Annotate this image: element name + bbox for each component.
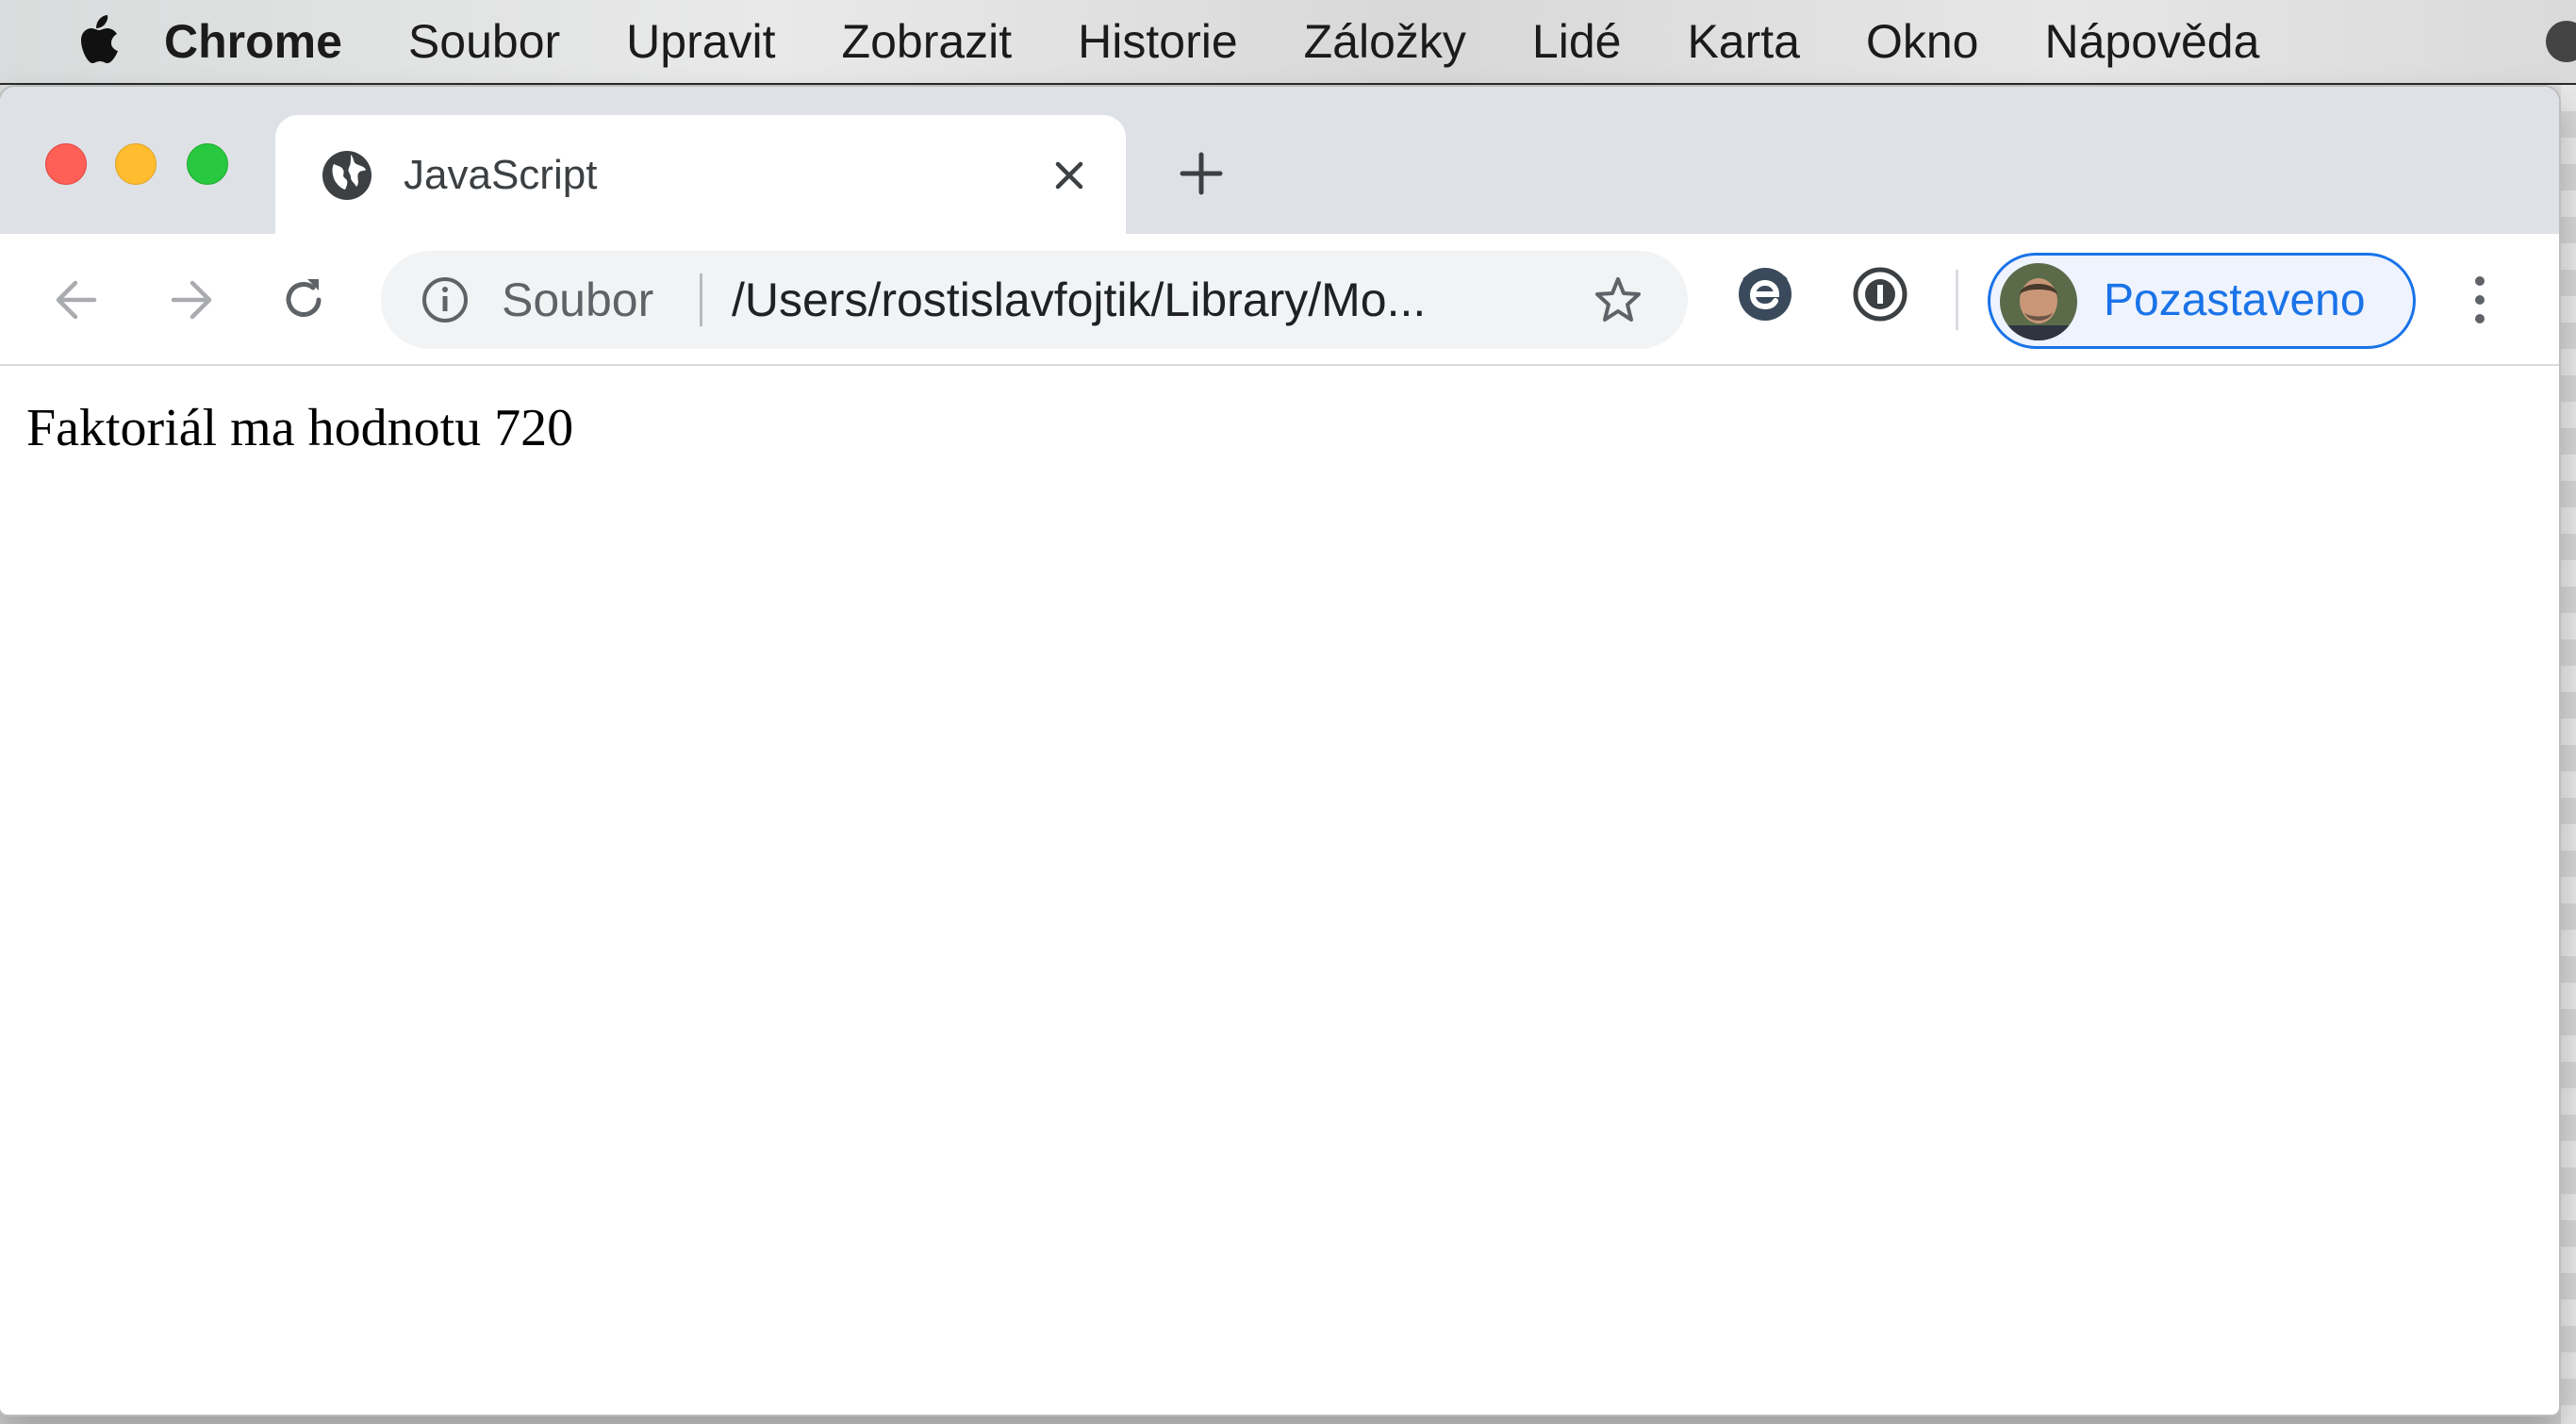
more-menu-icon[interactable] xyxy=(2455,272,2504,328)
avatar xyxy=(2000,263,2077,340)
close-icon[interactable] xyxy=(1047,153,1092,198)
minimize-window-button[interactable] xyxy=(115,143,157,185)
new-tab-button[interactable] xyxy=(1175,147,1228,200)
page-text: Faktoriál ma hodnotu 720 xyxy=(26,399,574,457)
page-content: Faktoriál ma hodnotu 720 xyxy=(0,368,2559,1415)
menu-bookmarks[interactable]: Záložky xyxy=(1304,14,1466,69)
extension-e-icon[interactable] xyxy=(1735,264,1795,324)
apple-icon[interactable] xyxy=(72,13,121,70)
address-bar[interactable]: Soubor /Users/rostislavfojtik/Library/Mo… xyxy=(381,251,1688,349)
profile-status-label: Pozastaveno xyxy=(2104,275,2366,325)
chrome-window: JavaScript Soubor /Users/rostislavfojtik… xyxy=(0,87,2559,1415)
forward-button[interactable] xyxy=(162,272,219,328)
menu-edit[interactable]: Upravit xyxy=(626,14,775,69)
macos-menu-bar: Chrome Soubor Upravit Zobrazit Historie … xyxy=(0,0,2576,85)
tab-javascript[interactable]: JavaScript xyxy=(275,115,1126,234)
toolbar-separator xyxy=(1956,270,1958,330)
menu-help[interactable]: Nápověda xyxy=(2044,14,2259,69)
url-scheme-label: Soubor xyxy=(502,273,654,326)
zoom-window-button[interactable] xyxy=(187,143,228,185)
status-bar-icon[interactable] xyxy=(2546,21,2576,62)
menu-tab[interactable]: Karta xyxy=(1687,14,1800,69)
address-divider xyxy=(700,273,702,326)
menu-app-chrome[interactable]: Chrome xyxy=(164,14,342,69)
menu-history[interactable]: Historie xyxy=(1078,14,1237,69)
back-button[interactable] xyxy=(49,272,106,328)
browser-toolbar: Soubor /Users/rostislavfojtik/Library/Mo… xyxy=(0,234,2559,366)
tab-strip: JavaScript xyxy=(0,87,2559,234)
menu-people[interactable]: Lidé xyxy=(1532,14,1622,69)
info-icon[interactable] xyxy=(421,275,470,324)
url-text[interactable]: /Users/rostislavfojtik/Library/Mo... xyxy=(732,273,1426,326)
background-window-stripes xyxy=(2561,85,2576,1424)
tab-title: JavaScript xyxy=(404,152,598,198)
menu-file[interactable]: Soubor xyxy=(408,14,560,69)
extension-password-icon[interactable] xyxy=(1850,264,1910,324)
close-window-button[interactable] xyxy=(45,143,87,185)
bookmark-star-icon[interactable] xyxy=(1592,273,1644,326)
profile-button[interactable]: Pozastaveno xyxy=(1988,253,2416,349)
reload-button[interactable] xyxy=(275,272,332,328)
globe-icon xyxy=(322,151,372,200)
menu-view[interactable]: Zobrazit xyxy=(842,14,1013,69)
menu-window[interactable]: Okno xyxy=(1866,14,1979,69)
